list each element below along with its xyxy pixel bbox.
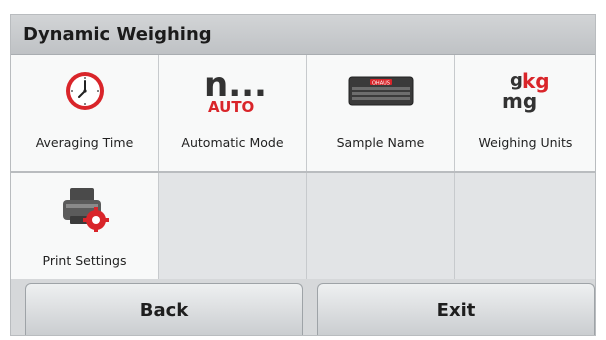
page-title: Dynamic Weighing <box>23 24 212 45</box>
units-g: g <box>510 70 523 91</box>
empty-tile <box>307 173 455 291</box>
keyboard-icon: OHAUS <box>348 76 413 106</box>
tile-label: Weighing Units <box>478 135 573 150</box>
button-bar: Back Exit <box>11 279 595 335</box>
auto-mode-icon-auto: AUTO <box>208 98 254 116</box>
keyboard-brand-text: OHAUS <box>372 80 390 86</box>
sample-name-tile[interactable]: OHAUS Sample Name <box>307 55 455 171</box>
printer-gear-icon <box>62 188 109 232</box>
dynamic-weighing-screen: Dynamic Weighing Averaging Time n... AUT… <box>10 14 596 336</box>
exit-button[interactable]: Exit <box>317 283 595 335</box>
weighing-units-tile[interactable]: g kg mg Weighing Units <box>455 55 595 171</box>
back-button[interactable]: Back <box>25 283 303 335</box>
tile-label: Print Settings <box>42 253 127 268</box>
units-mg: mg <box>502 89 537 113</box>
print-settings-tile[interactable]: Print Settings <box>11 173 159 291</box>
title-bar: Dynamic Weighing <box>11 15 595 55</box>
empty-tile <box>159 173 307 291</box>
averaging-time-tile[interactable]: Averaging Time <box>11 55 159 171</box>
menu-grid: Averaging Time n... AUTO Automatic Mode … <box>11 55 595 291</box>
clock-icon <box>65 72 104 110</box>
tile-label: Sample Name <box>336 135 425 150</box>
tile-label: Averaging Time <box>35 135 134 150</box>
empty-tile <box>455 173 595 291</box>
auto-mode-icon: n... AUTO <box>204 66 267 116</box>
tile-label: Automatic Mode <box>181 135 284 150</box>
automatic-mode-tile[interactable]: n... AUTO Automatic Mode <box>159 55 307 171</box>
units-icon: g kg mg <box>502 69 550 113</box>
